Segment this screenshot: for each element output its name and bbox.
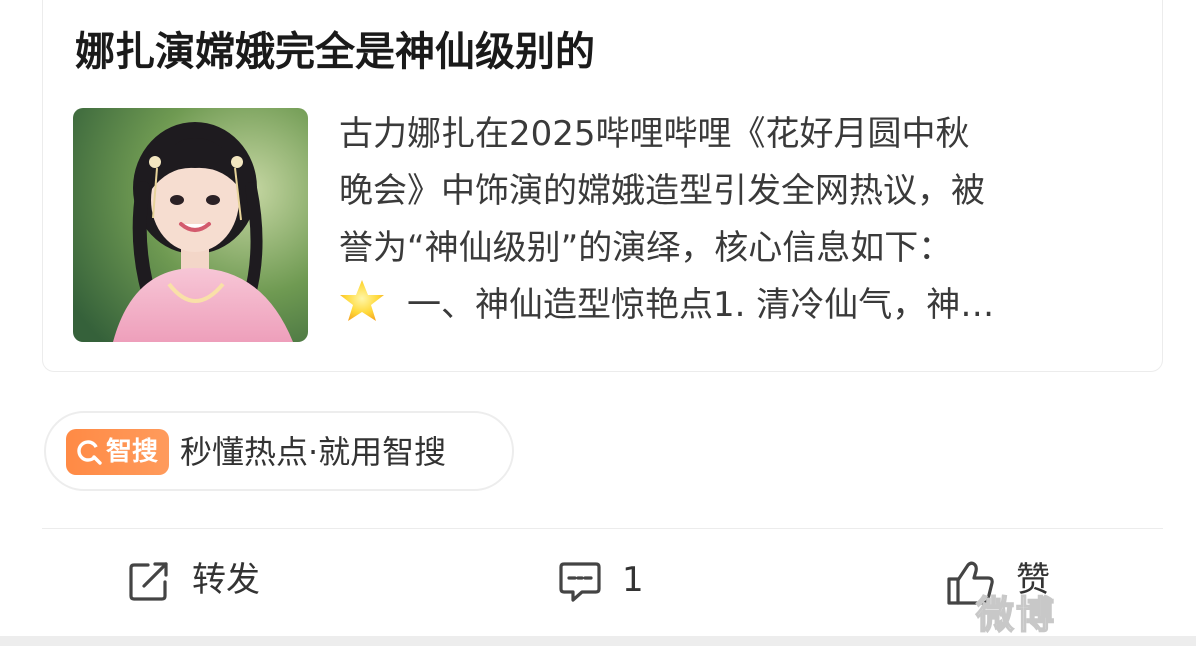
article-thumbnail[interactable] [73,108,308,342]
article-title[interactable]: 娜扎演嫦娥完全是神仙级别的 [75,26,595,78]
summary-line-last: 一、神仙造型惊艳点1. 清冷仙气，神… [339,277,1143,334]
smart-search-badge: 智搜 [66,429,169,475]
comment-icon [559,562,601,602]
article-card[interactable]: 娜扎演嫦娥完全是神仙级别的 古力娜扎在2025哔哩哔哩《花好月圆中秋 晚会》中饰… [42,0,1163,372]
repost-label: 转发 [192,560,260,600]
summary-line: 古力娜扎在2025哔哩哔哩《花好月圆中秋 [339,114,970,154]
divider [42,528,1163,529]
portrait-photo-icon [73,108,308,342]
summary-line-text: 一、神仙造型惊艳点1. 清冷仙气，神… [407,285,995,325]
smart-search-badge-label: 智搜 [106,437,159,467]
repost-button[interactable]: 转发 [128,556,288,606]
weibo-watermark: 微博 [975,592,1057,637]
summary-line: 誉为“神仙级别”的演绎，核心信息如下： [339,228,953,268]
comment-count: 1 [622,560,644,600]
bottom-strip [0,636,1196,646]
post-page: 娜扎演嫦娥完全是神仙级别的 古力娜扎在2025哔哩哔哩《花好月圆中秋 晚会》中饰… [0,0,1196,646]
comment-button[interactable]: 1 [558,556,658,606]
summary-line: 晚会》中饰演的嫦娥造型引发全网热议，被 [339,171,985,211]
star-icon [340,280,384,321]
smart-search-text: 秒懂热点·就用智搜 [180,433,447,471]
search-icon [77,440,102,465]
repost-icon [129,562,168,601]
article-summary[interactable]: 古力娜扎在2025哔哩哔哩《花好月圆中秋 晚会》中饰演的嫦娥造型引发全网热议，被… [339,106,1143,334]
smart-search-pill[interactable]: 智搜 秒懂热点·就用智搜 [44,411,514,491]
